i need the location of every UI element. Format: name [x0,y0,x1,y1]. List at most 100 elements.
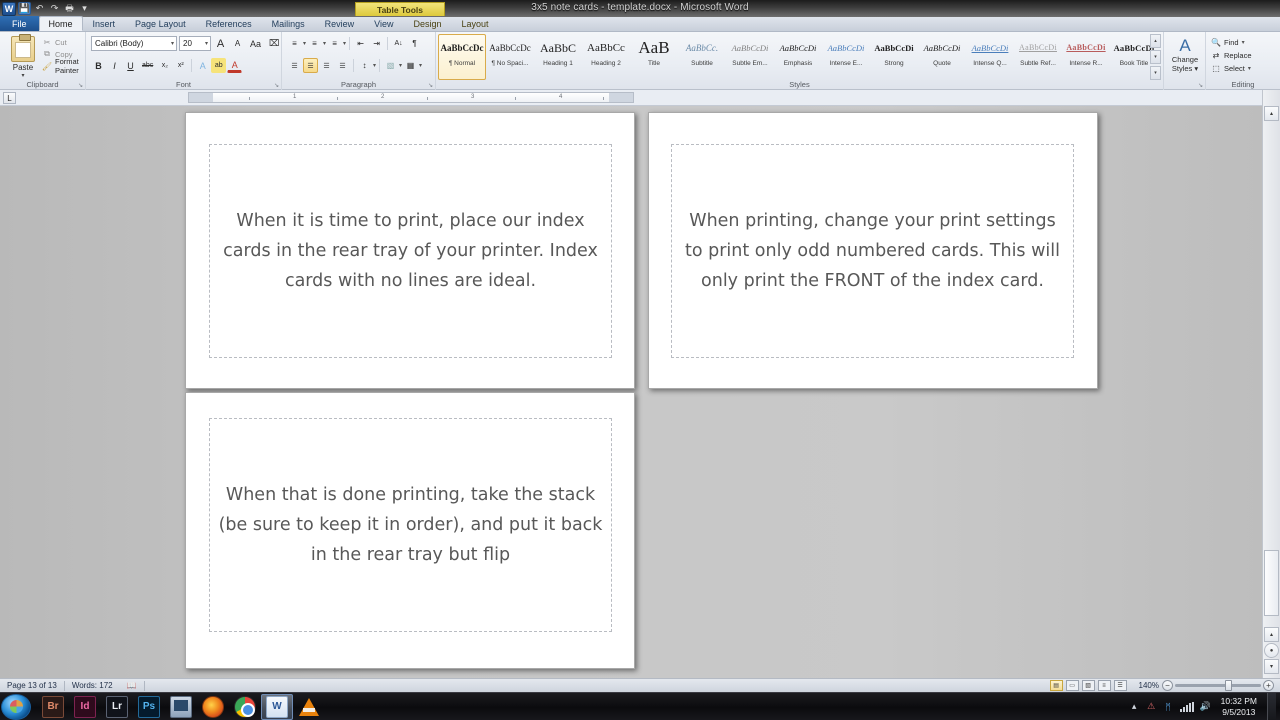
scrollbar-thumb[interactable] [1264,550,1279,616]
paste-dropdown-arrow[interactable]: ▾ [6,72,40,79]
increase-indent-icon[interactable]: ⇥ [369,36,384,51]
font-size-combo[interactable]: 20 ▾ [179,36,211,51]
page-1[interactable]: When it is time to print, place our inde… [185,112,635,389]
shrink-font-button[interactable]: A [230,36,245,51]
table-cell-2[interactable]: When printing, change your print setting… [671,144,1074,358]
gallery-scroll-down-icon[interactable]: ▾ [1150,50,1161,64]
underline-button[interactable]: U [123,58,138,73]
taskbar-item-adobe-bridge[interactable]: Br [37,694,69,720]
replace-button[interactable]: ⇄ Replace [1211,49,1252,62]
style-item-strong[interactable]: AaBbCcDi Strong [870,34,918,80]
document-canvas[interactable]: When it is time to print, place our inde… [0,106,1262,678]
style-item-heading-1[interactable]: AaBbC Heading 1 [534,34,582,80]
next-page-icon[interactable]: ▾ [1264,659,1279,674]
numbering-icon[interactable]: ≡ [307,36,322,51]
font-dialog-launcher[interactable]: ↘ [274,82,279,89]
bold-button[interactable]: B [91,58,106,73]
styles-dialog-launcher[interactable]: ↘ [1198,82,1203,89]
tab-stop-selector[interactable]: L [3,92,16,104]
taskbar-item-word[interactable]: W [261,693,293,720]
subscript-button[interactable]: x₂ [157,58,172,73]
taskbar-item-remote-desktop[interactable] [165,694,197,720]
word-count[interactable]: Words: 172 [65,679,120,693]
taskbar-item-adobe-lightroom[interactable]: Lr [101,694,133,720]
style-item-heading-2[interactable]: AaBbCc Heading 2 [582,34,630,80]
font-color-icon[interactable]: A [227,58,243,73]
chevron-down-icon[interactable]: ▾ [1248,65,1251,72]
justify-button[interactable]: ☰ [335,58,350,73]
gallery-scroll-up-icon[interactable]: ▴ [1150,34,1161,48]
select-button[interactable]: ⬚ Select ▾ [1211,62,1252,75]
cut-button[interactable]: ✂ Cut [42,36,85,48]
start-button[interactable] [1,693,31,720]
tab-file[interactable]: File [0,16,39,31]
zoom-in-button[interactable]: + [1263,680,1274,691]
style-item-intense-emphasis[interactable]: AaBbCcDi Intense E... [822,34,870,80]
taskbar-item-chrome[interactable] [229,694,261,720]
tab-review[interactable]: Review [315,16,365,31]
style-item-no-spacing[interactable]: AaBbCcDc ¶ No Spaci... [486,34,534,80]
tab-page-layout[interactable]: Page Layout [125,16,196,31]
clipboard-dialog-launcher[interactable]: ↘ [78,82,83,89]
show-hidden-icons-button[interactable]: ▴ [1129,701,1140,712]
zoom-track[interactable] [1175,680,1261,691]
horizontal-ruler[interactable]: 1 2 3 4 [188,92,634,103]
show-formatting-marks-icon[interactable]: ¶ [407,36,422,51]
text-effects-icon[interactable]: A [195,58,210,73]
style-item-normal[interactable]: AaBbCcDc ¶ Normal [438,34,486,80]
paragraph-dialog-launcher[interactable]: ↘ [428,82,433,89]
decrease-indent-icon[interactable]: ⇤ [353,36,368,51]
line-spacing-icon[interactable]: ↕ [357,58,372,73]
align-left-button[interactable]: ☰ [287,58,302,73]
tab-table-design[interactable]: Design [404,16,452,31]
table-cell-1[interactable]: When it is time to print, place our inde… [209,144,612,358]
find-button[interactable]: 🔍 Find ▾ [1211,36,1252,49]
format-painter-button[interactable]: 🖌 Format Painter [42,57,85,75]
style-item-intense-quote[interactable]: AaBbCcDi Intense Q... [966,34,1014,80]
italic-button[interactable]: I [107,58,122,73]
table-cell-3[interactable]: When that is done printing, take the sta… [209,418,612,632]
zoom-level-label[interactable]: 140% [1139,681,1159,690]
change-case-button[interactable]: Aa [247,36,264,51]
view-full-screen-reading-button[interactable]: ▭ [1065,680,1079,691]
view-web-layout-button[interactable]: ▧ [1081,680,1095,691]
font-name-combo[interactable]: Calibri (Body) ▾ [91,36,177,51]
style-item-emphasis[interactable]: AaBbCcDi Emphasis [774,34,822,80]
scroll-up-icon[interactable]: ▴ [1264,106,1279,121]
view-draft-button[interactable]: ☰ [1113,680,1127,691]
style-item-title[interactable]: AaB Title [630,34,678,80]
tab-view[interactable]: View [364,16,403,31]
taskbar-item-adobe-indesign[interactable]: Id [69,694,101,720]
taskbar-item-vlc[interactable] [293,694,325,720]
tab-references[interactable]: References [196,16,262,31]
borders-icon[interactable]: ▦ [403,58,418,73]
select-browse-object-icon[interactable]: ● [1264,643,1279,658]
page-3[interactable]: When that is done printing, take the sta… [185,392,635,669]
clock[interactable]: 10:32 PM 9/5/2013 [1217,696,1261,718]
style-item-subtle-emphasis[interactable]: AaBbCcDi Subtle Em... [726,34,774,80]
chevron-down-icon[interactable]: ▾ [171,40,174,47]
gallery-more-icon[interactable]: ▾ [1150,66,1161,80]
action-center-icon[interactable]: ⚠ [1146,701,1157,712]
volume-icon[interactable]: 🔊 [1200,701,1211,712]
tab-table-layout[interactable]: Layout [452,16,499,31]
vertical-scrollbar[interactable]: ▴ ▴ ● ▾ [1262,90,1280,678]
chevron-down-icon[interactable]: ▾ [1242,39,1245,46]
zoom-out-button[interactable]: − [1162,680,1173,691]
previous-page-icon[interactable]: ▴ [1264,627,1279,642]
strikethrough-button[interactable]: abc [139,58,156,73]
zoom-thumb[interactable] [1225,680,1232,691]
style-item-subtitle[interactable]: AaBbCc. Subtitle [678,34,726,80]
align-center-button[interactable]: ☰ [303,58,318,73]
style-item-quote[interactable]: AaBbCcDi Quote [918,34,966,80]
styles-gallery[interactable]: AaBbCcDc ¶ Normal AaBbCcDc ¶ No Spaci...… [438,34,1158,80]
style-item-subtle-reference[interactable]: AaBbCcDi Subtle Ref... [1014,34,1062,80]
style-item-intense-reference[interactable]: AaBbCcDi Intense R... [1062,34,1110,80]
taskbar-item-adobe-photoshop[interactable]: Ps [133,694,165,720]
show-desktop-button[interactable] [1267,692,1276,720]
zoom-slider[interactable]: − + [1162,680,1274,691]
view-print-layout-button[interactable]: ▤ [1049,680,1063,691]
superscript-button[interactable]: x² [173,58,188,73]
page-indicator[interactable]: Page 13 of 13 [0,679,64,693]
sort-icon[interactable]: A↓ [391,36,406,51]
